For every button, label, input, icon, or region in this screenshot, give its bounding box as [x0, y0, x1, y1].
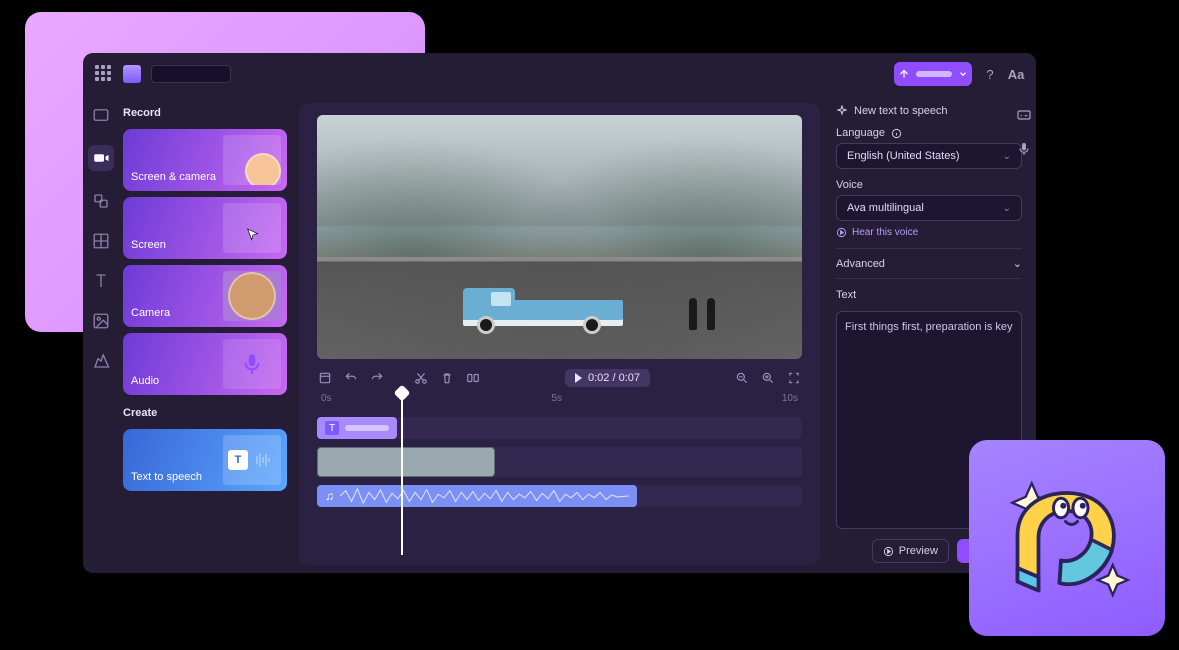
- typography-icon[interactable]: Aa: [1008, 66, 1024, 82]
- video-clip[interactable]: [317, 447, 495, 477]
- record-heading: Record: [123, 107, 287, 119]
- audio-preview: [223, 339, 281, 389]
- card-label: Camera: [131, 307, 170, 319]
- screen-camera-preview: [223, 135, 281, 185]
- video-preview[interactable]: [317, 115, 802, 359]
- chevron-down-icon: ⌄: [1003, 203, 1011, 214]
- card-label: Audio: [131, 375, 159, 387]
- player-controls: 0:02 / 0:07: [317, 359, 802, 393]
- play-circle-icon: [836, 227, 847, 238]
- text-track[interactable]: T: [317, 417, 802, 439]
- time-display: 0:02 / 0:07: [588, 372, 640, 384]
- audio-clip[interactable]: ♫: [317, 485, 637, 507]
- zoom-in-icon[interactable]: [760, 370, 776, 386]
- camera-preview: [223, 271, 281, 321]
- zoom-out-icon[interactable]: [734, 370, 750, 386]
- video-editor-window: ? Aa: [83, 53, 1036, 573]
- layout-tab-icon[interactable]: [91, 231, 111, 251]
- split-icon[interactable]: [465, 370, 481, 386]
- record-camera-card[interactable]: Camera: [123, 265, 287, 327]
- effects-tab-icon[interactable]: [91, 351, 111, 371]
- card-label: Screen: [131, 239, 166, 251]
- truck-graphic: [463, 274, 633, 330]
- edit-icon[interactable]: [317, 370, 333, 386]
- voice-label: Voice: [836, 179, 1022, 191]
- chevron-down-icon: [958, 69, 968, 79]
- panel-header: New text to speech: [836, 105, 1022, 117]
- captions-icon[interactable]: [1016, 107, 1032, 123]
- app-launcher-icon[interactable]: [95, 65, 113, 83]
- app-logo-icon[interactable]: [123, 65, 141, 83]
- ruler-tick: 0s: [321, 393, 332, 411]
- export-button[interactable]: [894, 62, 972, 86]
- upload-icon: [898, 68, 910, 80]
- help-icon[interactable]: ?: [982, 66, 998, 82]
- mascot-decorative-card: [969, 440, 1165, 636]
- mascot-illustration: [992, 463, 1142, 613]
- cursor-icon: [245, 227, 261, 243]
- record-tab-icon[interactable]: [88, 145, 114, 171]
- ruler-tick: 5s: [551, 393, 562, 411]
- fit-icon[interactable]: [786, 370, 802, 386]
- text-label: Text: [836, 289, 1022, 301]
- card-label: Screen & camera: [131, 171, 216, 183]
- text-to-speech-card[interactable]: Text to speech T: [123, 429, 287, 491]
- play-button[interactable]: 0:02 / 0:07: [565, 369, 650, 387]
- project-name-field[interactable]: [151, 65, 231, 83]
- preview-button[interactable]: Preview: [872, 539, 949, 563]
- audio-track[interactable]: ♫: [317, 485, 802, 507]
- create-heading: Create: [123, 407, 287, 419]
- delete-icon[interactable]: [439, 370, 455, 386]
- play-icon: [575, 373, 582, 383]
- record-side-panel: Record Screen & camera Screen Camera Aud…: [119, 95, 299, 573]
- advanced-toggle[interactable]: Advanced ⌄: [836, 248, 1022, 279]
- voice-value: Ava multilingual: [847, 202, 924, 214]
- voice-select[interactable]: Ava multilingual ⌄: [836, 195, 1022, 221]
- video-track[interactable]: [317, 447, 802, 477]
- text-clip[interactable]: T: [317, 417, 397, 439]
- redo-icon[interactable]: [369, 370, 385, 386]
- editor-area: 0:02 / 0:07 0s 5s 10s T: [299, 103, 820, 565]
- left-tool-rail: [83, 95, 119, 573]
- record-screen-camera-card[interactable]: Screen & camera: [123, 129, 287, 191]
- hear-voice-link[interactable]: Hear this voice: [836, 227, 1022, 238]
- music-note-icon: ♫: [325, 489, 334, 503]
- language-value: English (United States): [847, 150, 960, 162]
- timeline-tracks[interactable]: T ♫: [317, 411, 802, 551]
- waveform-icon: [252, 450, 276, 470]
- record-screen-card[interactable]: Screen: [123, 197, 287, 259]
- playhead[interactable]: [401, 393, 403, 555]
- card-label: Text to speech: [131, 471, 202, 483]
- ruler-tick: 10s: [782, 393, 798, 411]
- text-icon: T: [228, 450, 248, 470]
- timeline-ruler[interactable]: 0s 5s 10s: [317, 393, 802, 411]
- play-circle-icon: [883, 546, 894, 557]
- advanced-label: Advanced: [836, 258, 885, 270]
- people-graphic: [689, 298, 715, 330]
- record-audio-card[interactable]: Audio: [123, 333, 287, 395]
- language-label: Language: [836, 127, 1022, 139]
- media-tab-icon[interactable]: [91, 105, 111, 125]
- voice-icon[interactable]: [1016, 141, 1032, 157]
- cut-icon[interactable]: [413, 370, 429, 386]
- text-tab-icon[interactable]: [91, 271, 111, 291]
- templates-tab-icon[interactable]: [91, 191, 111, 211]
- image-tab-icon[interactable]: [91, 311, 111, 331]
- text-clip-icon: T: [325, 421, 339, 435]
- waveform-icon: [340, 487, 629, 505]
- sparkle-icon: [836, 105, 848, 117]
- chevron-down-icon: ⌄: [1013, 257, 1022, 270]
- undo-icon[interactable]: [343, 370, 359, 386]
- microphone-icon: [239, 351, 265, 377]
- tts-preview: T: [223, 435, 281, 485]
- language-select[interactable]: English (United States) ⌄: [836, 143, 1022, 169]
- info-icon[interactable]: [891, 128, 902, 139]
- top-bar: ? Aa: [83, 53, 1036, 95]
